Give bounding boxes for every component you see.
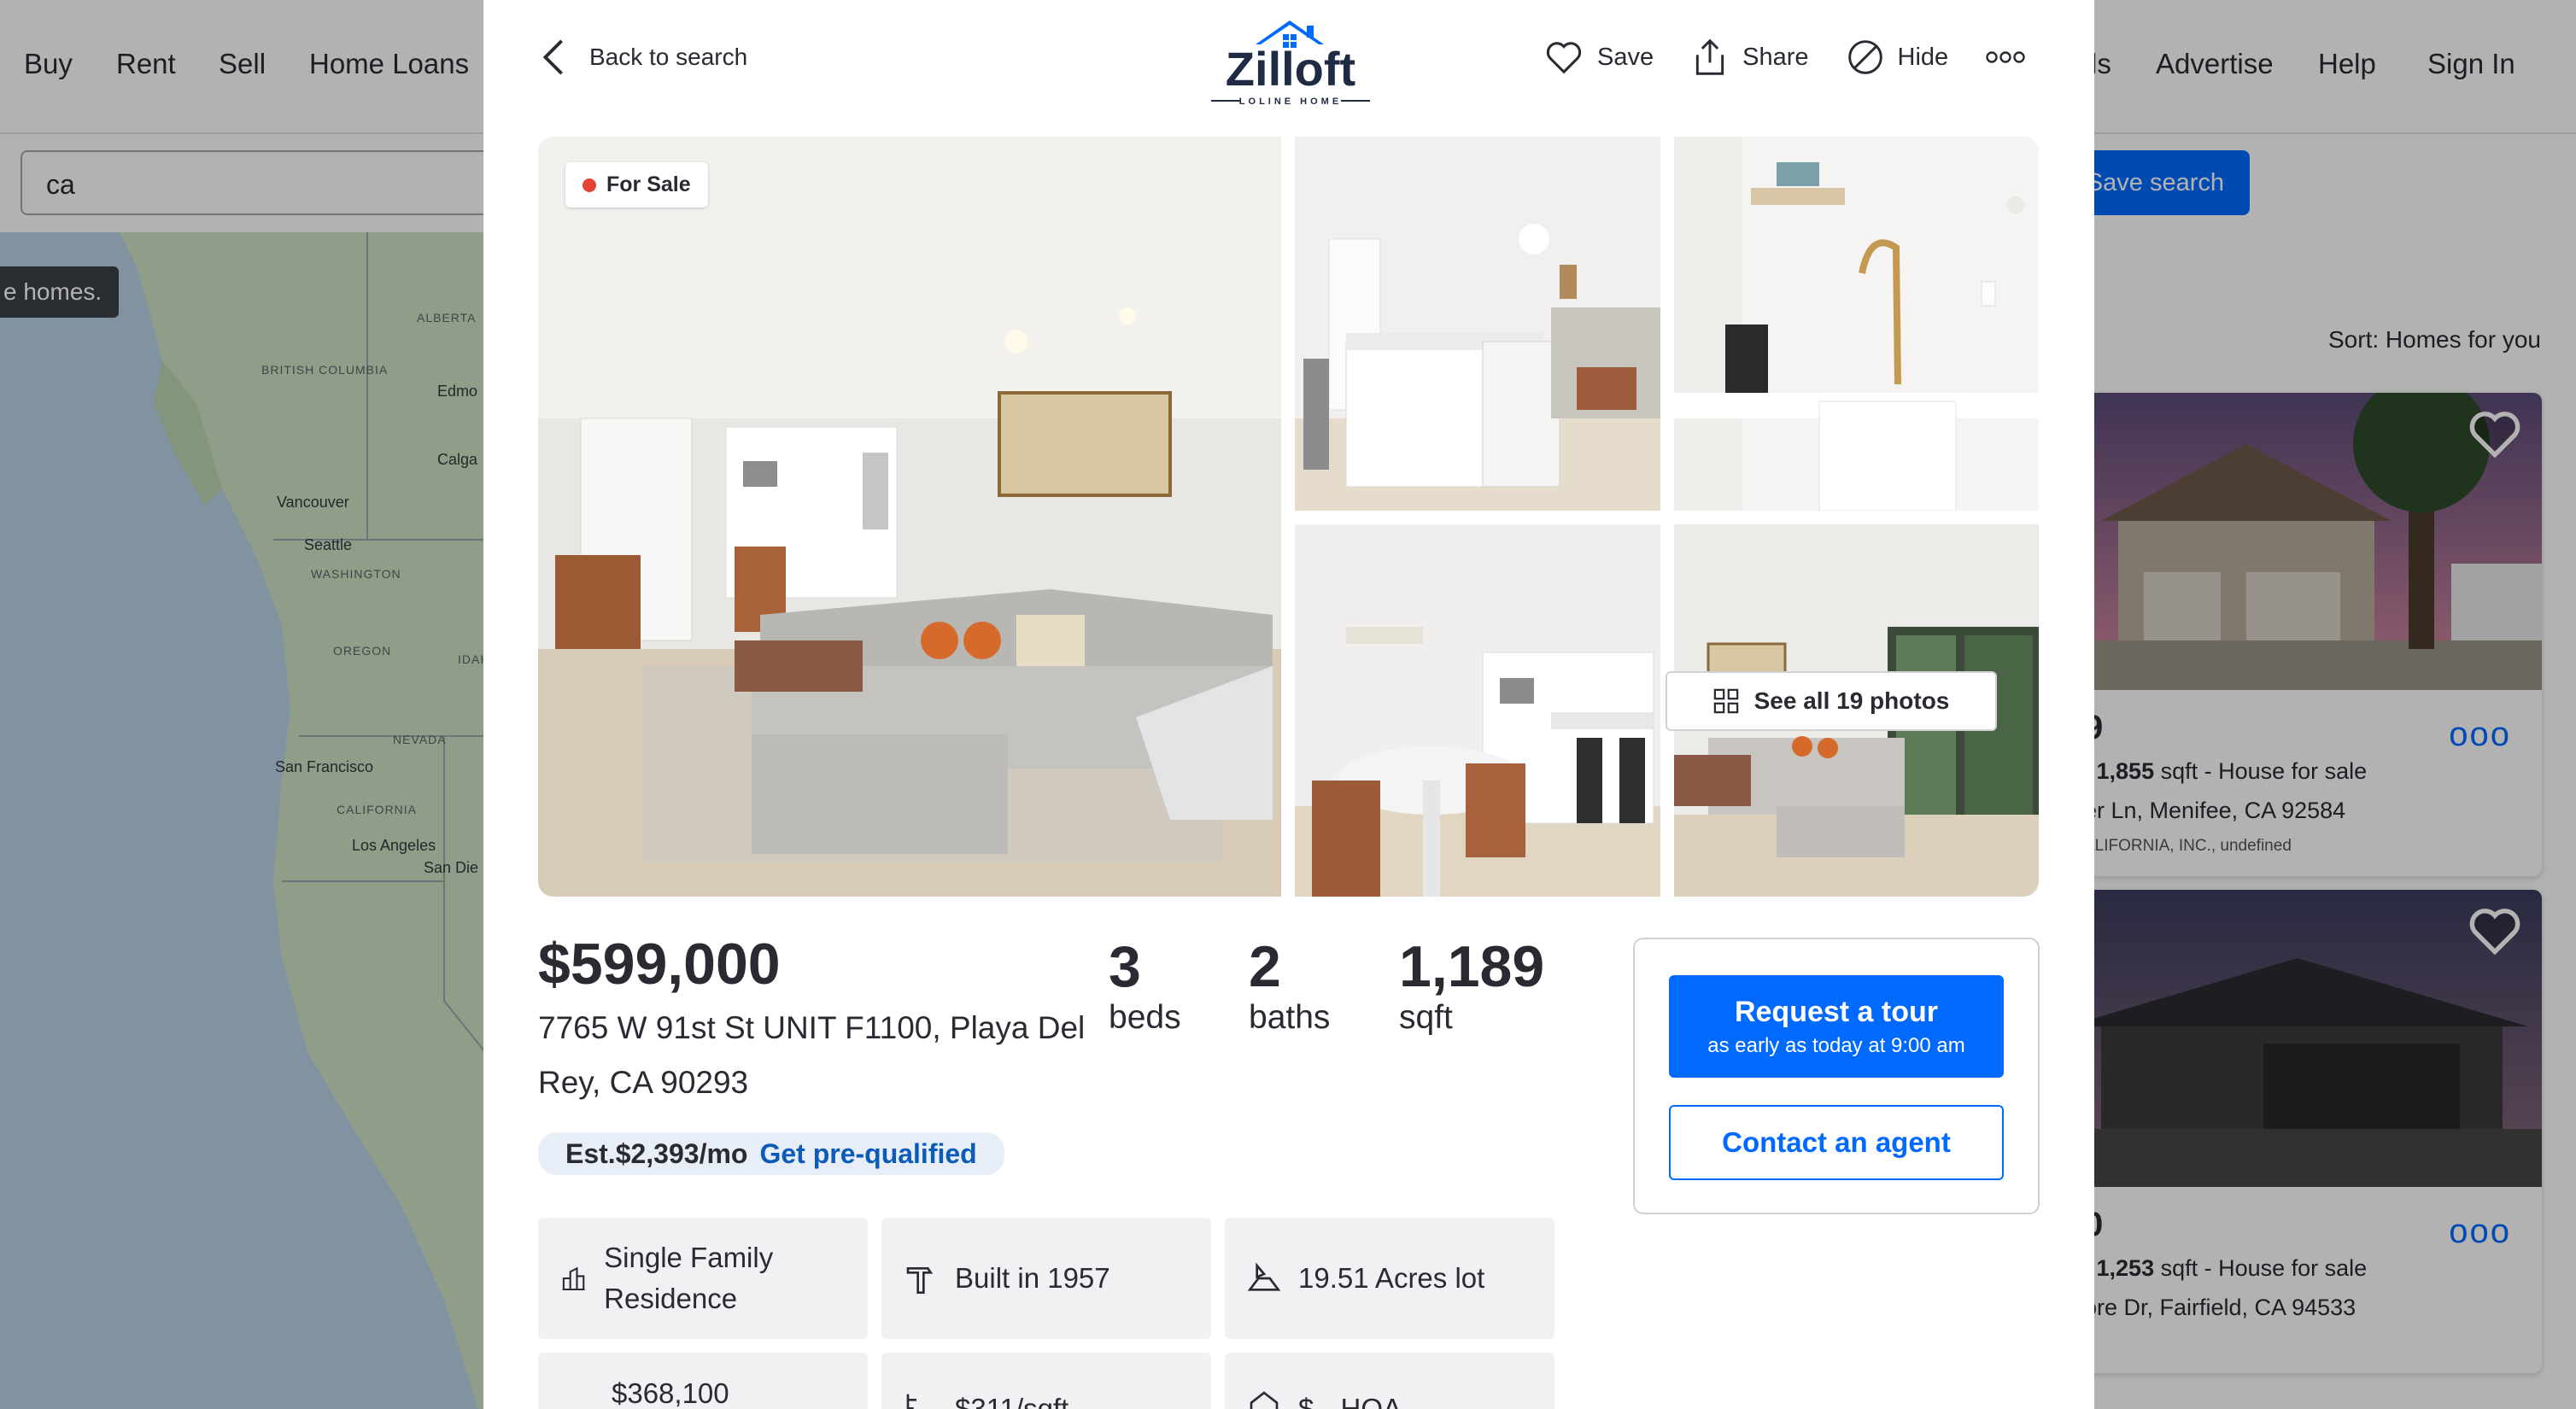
fact-home-type: Single Family Residence <box>538 1218 868 1339</box>
fact-year-built: Built in 1957 <box>881 1218 1211 1339</box>
modal-header: Back to search Zilloft LOLINE HOME Save … <box>483 0 2094 128</box>
share-button[interactable]: Share <box>1691 38 1809 77</box>
fact-price-per-sqft: $311/sqft <box>881 1353 1211 1409</box>
status-label: For Sale <box>606 172 691 196</box>
get-pre-qualified-link[interactable]: Get pre-qualified <box>759 1138 976 1170</box>
fact-text: $368,100 <box>612 1377 729 1409</box>
gallery-photo[interactable] <box>1295 524 1660 897</box>
dining-photo <box>1295 524 1660 897</box>
lot-icon <box>1247 1262 1281 1291</box>
gallery-photo[interactable] <box>1295 137 1660 511</box>
kitchen-photo <box>1295 137 1660 511</box>
fact-text: 19.51 Acres lot <box>1298 1262 1485 1294</box>
share-icon <box>1695 38 1724 75</box>
fact-zestimate: $368,100 <box>538 1353 868 1409</box>
tour-title: Request a tour <box>1734 995 1939 1028</box>
fact-text: $311/sqft <box>955 1393 1069 1409</box>
heart-icon <box>1546 42 1582 74</box>
contact-agent-button[interactable]: Contact an agent <box>1669 1105 2004 1180</box>
zilloft-logo[interactable]: Zilloft LOLINE HOME <box>1208 15 1373 109</box>
photo-gallery[interactable]: For Sale <box>538 137 2039 897</box>
baths-value: 2 <box>1249 934 1281 999</box>
zestimate-icon <box>560 1402 594 1409</box>
contact-card: Request a tour as early as today at 9:00… <box>1633 938 2040 1214</box>
gallery-photo[interactable] <box>1674 137 2039 511</box>
main-photo[interactable] <box>538 137 1281 897</box>
baths-label: baths <box>1249 999 1331 1036</box>
sqft-stat: 1,189 sqft <box>1399 934 1544 1037</box>
listing-actions: Save Share Hide <box>1544 38 2025 77</box>
tour-subtitle: as early as today at 9:00 am <box>1707 1033 1965 1057</box>
payment-estimate: Est.$2,393/mo Get pre-qualified <box>538 1132 1004 1175</box>
hide-button[interactable]: Hide <box>1847 38 1949 76</box>
beds-value: 3 <box>1109 934 1141 999</box>
fact-lot-size: 19.51 Acres lot <box>1225 1218 1554 1339</box>
more-icon[interactable] <box>1986 50 2025 64</box>
save-button[interactable]: Save <box>1544 39 1654 75</box>
fact-text: Single Family Residence <box>604 1242 774 1314</box>
listing-price: $599,000 <box>538 932 781 997</box>
hammer-icon <box>906 1267 934 1294</box>
fact-text: Built in 1957 <box>955 1262 1110 1294</box>
see-all-photos-button[interactable]: See all 19 photos <box>1666 671 1997 731</box>
status-dot-icon <box>583 178 596 192</box>
back-label: Back to search <box>589 44 748 70</box>
building-icon <box>562 1266 585 1291</box>
estimate-text: Est.$2,393/mo <box>565 1137 748 1169</box>
logo-tagline: LOLINE HOME <box>1239 96 1342 107</box>
save-label: Save <box>1597 43 1654 71</box>
see-all-label: See all 19 photos <box>1753 687 1950 714</box>
beds-stat: 3 beds <box>1109 934 1181 1037</box>
fact-text: $-- HOA <box>1298 1393 1402 1409</box>
living-room-photo <box>538 137 1281 897</box>
price-per-sqft-icon <box>906 1394 916 1409</box>
sqft-value: 1,189 <box>1399 934 1545 999</box>
status-badge: For Sale <box>565 162 708 208</box>
fact-hoa: $-- HOA <box>1225 1353 1554 1409</box>
share-label: Share <box>1742 43 1809 71</box>
grid-icon <box>1713 688 1738 714</box>
request-tour-button[interactable]: Request a tour as early as today at 9:00… <box>1669 975 2004 1078</box>
sqft-label: sqft <box>1399 999 1453 1036</box>
beds-label: beds <box>1109 999 1181 1036</box>
back-to-search-link[interactable]: Back to search <box>542 38 747 77</box>
chevron-left-icon <box>542 39 563 75</box>
listing-address: 7765 W 91st St UNIT F1100, Playa Del Rey… <box>538 1010 1086 1100</box>
hide-label: Hide <box>1897 43 1949 71</box>
logo-wordmark: Zilloft <box>1226 42 1355 96</box>
hoa-icon <box>1250 1391 1279 1409</box>
kitchen-sink-photo <box>1674 137 2039 511</box>
hide-icon <box>1847 40 1882 74</box>
baths-stat: 2 baths <box>1249 934 1330 1037</box>
listing-detail-modal: Back to search Zilloft LOLINE HOME Save … <box>483 0 2094 1409</box>
